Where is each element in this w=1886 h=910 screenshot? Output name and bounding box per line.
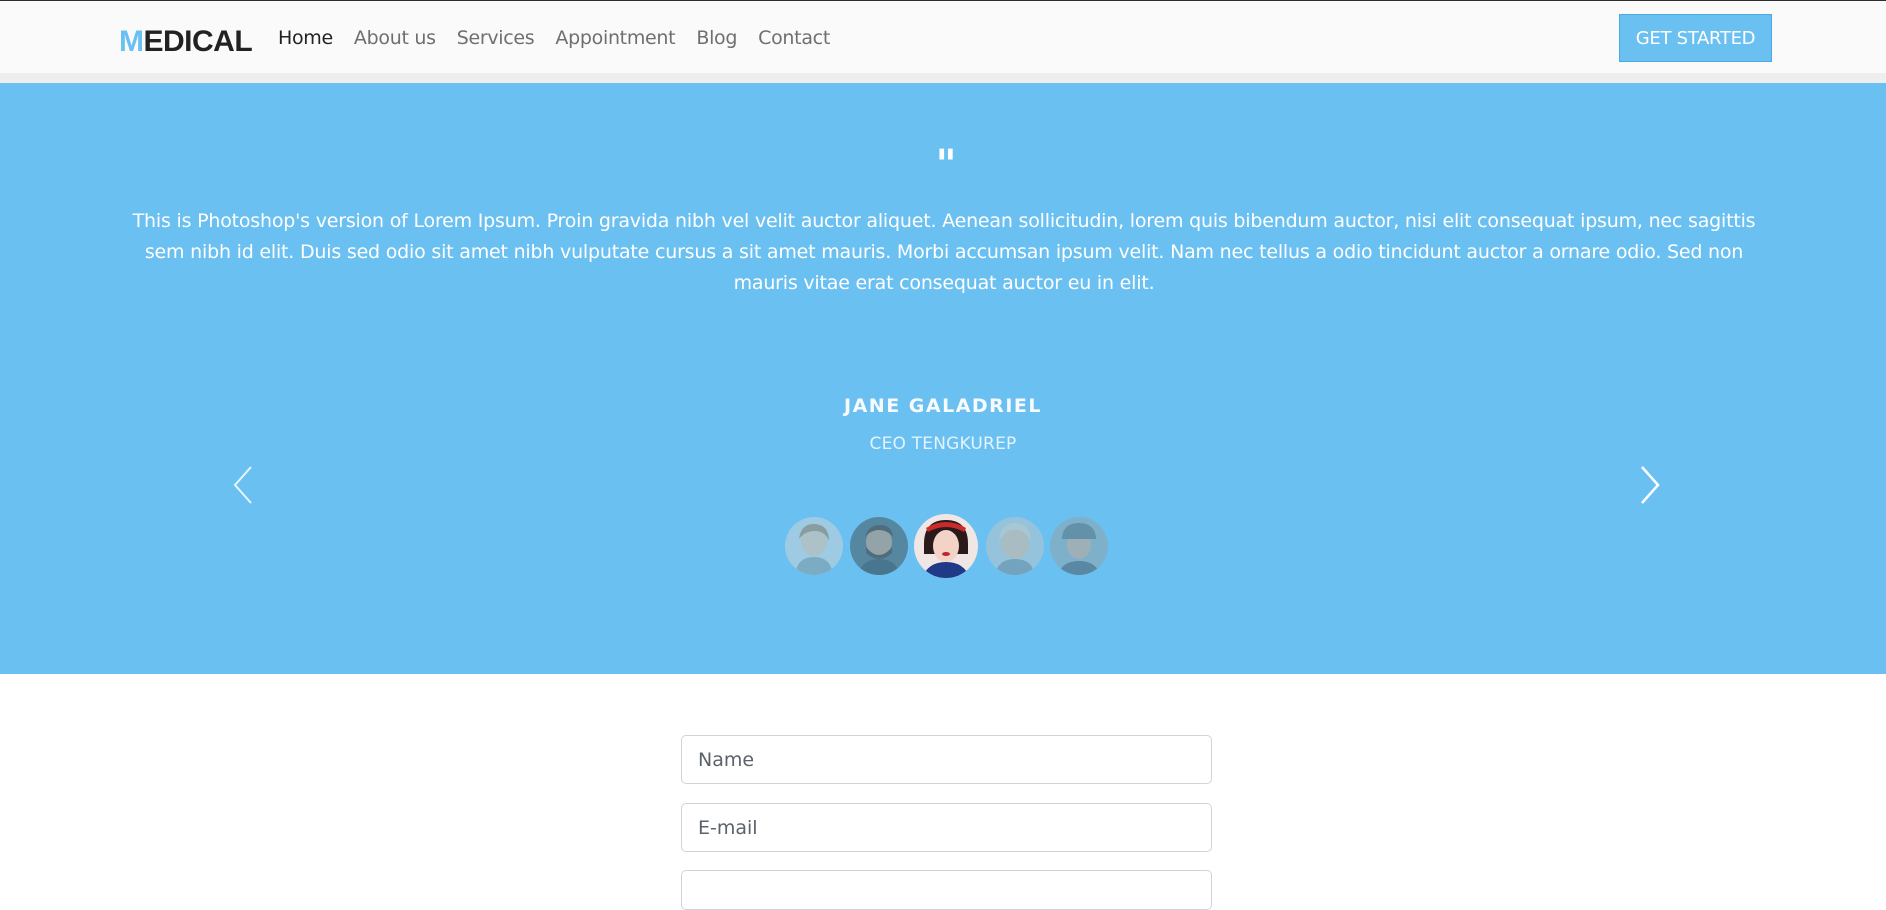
carousel-next-arrow-icon[interactable]: [1634, 463, 1664, 507]
avatar-3-active[interactable]: [914, 514, 978, 578]
site-header: MEDICAL Home About us Services Appointme…: [0, 1, 1886, 73]
avatar-1[interactable]: [785, 517, 843, 575]
email-field[interactable]: [681, 803, 1212, 852]
header-divider: [0, 73, 1886, 83]
nav-home[interactable]: Home: [278, 24, 333, 52]
avatar-5[interactable]: [1050, 517, 1108, 575]
get-started-button[interactable]: GET STARTED: [1619, 14, 1772, 62]
name-field[interactable]: [681, 735, 1212, 784]
site-logo[interactable]: MEDICAL: [119, 23, 253, 61]
quote-icon: ": [935, 142, 957, 188]
avatar-2[interactable]: [850, 517, 908, 575]
nav-services[interactable]: Services: [457, 24, 535, 52]
nav-about-us[interactable]: About us: [354, 24, 436, 52]
main-nav: Home About us Services Appointment Blog …: [278, 24, 851, 52]
carousel-prev-arrow-icon[interactable]: [229, 463, 259, 507]
testimonial-author-title: CEO TENGKUREP: [869, 434, 1017, 454]
nav-contact[interactable]: Contact: [758, 24, 830, 52]
nav-blog[interactable]: Blog: [696, 24, 737, 52]
third-form-field[interactable]: [681, 870, 1212, 910]
nav-appointment[interactable]: Appointment: [555, 24, 675, 52]
testimonial-author-name: JANE GALADRIEL: [844, 395, 1042, 417]
logo-accent-letter: M: [119, 25, 144, 58]
avatar-4[interactable]: [986, 517, 1044, 575]
logo-text: EDICAL: [143, 25, 253, 58]
testimonial-text: This is Photoshop's version of Lorem Ips…: [132, 210, 1756, 294]
